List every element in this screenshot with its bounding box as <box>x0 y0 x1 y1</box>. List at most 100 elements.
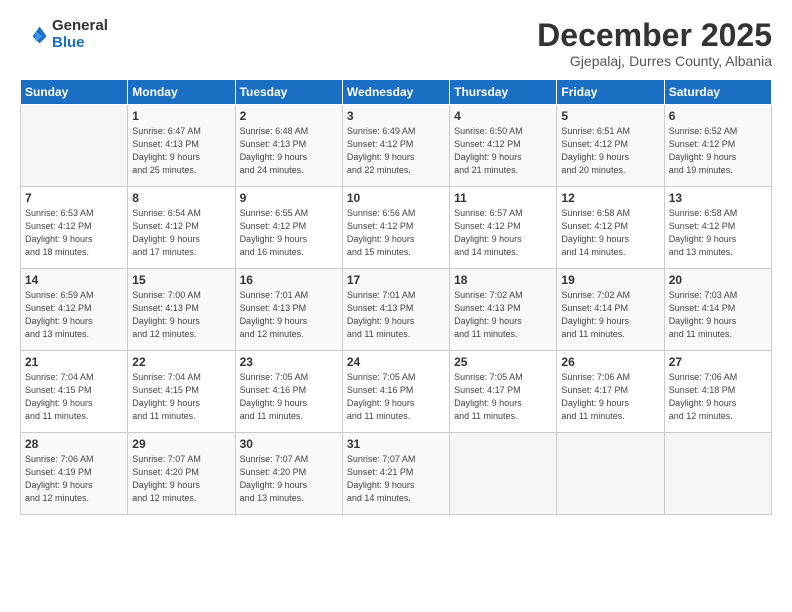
calendar-header-row: SundayMondayTuesdayWednesdayThursdayFrid… <box>21 80 772 105</box>
calendar-header-wednesday: Wednesday <box>342 80 449 105</box>
calendar-cell: 12 Sunrise: 6:58 AMSunset: 4:12 PMDayligh… <box>557 187 664 269</box>
calendar-cell: 9 Sunrise: 6:55 AMSunset: 4:12 PMDaylight… <box>235 187 342 269</box>
day-number: 15 <box>132 273 230 287</box>
day-number: 18 <box>454 273 552 287</box>
calendar-week-4: 21Sunrise: 7:04 AMSunset: 4:15 PMDayligh… <box>21 351 772 433</box>
day-number: 12 <box>561 191 659 205</box>
day-info: Sunrise: 6:58 AMSunset: 4:12 PMDaylight:… <box>669 207 767 259</box>
day-info: Sunrise: 6:58 AMSunset: 4:12 PMDaylight:… <box>561 207 659 259</box>
calendar-cell <box>557 433 664 515</box>
calendar-header-sunday: Sunday <box>21 80 128 105</box>
day-info: Sunrise: 7:05 AMSunset: 4:16 PMDaylight:… <box>347 371 445 423</box>
day-info: Sunrise: 7:02 AMSunset: 4:13 PMDaylight:… <box>454 289 552 341</box>
day-info: Sunrise: 7:01 AMSunset: 4:13 PMDaylight:… <box>347 289 445 341</box>
calendar-header-friday: Friday <box>557 80 664 105</box>
calendar-cell: 2 Sunrise: 6:48 AMSunset: 4:13 PMDaylight… <box>235 105 342 187</box>
logo: General Blue <box>20 18 108 51</box>
day-info: Sunrise: 7:05 AMSunset: 4:17 PMDaylight:… <box>454 371 552 423</box>
day-info: Sunrise: 6:59 AMSunset: 4:12 PMDaylight:… <box>25 289 123 341</box>
header: General Blue December 2025 Gjepalaj, Dur… <box>20 18 772 69</box>
day-info: Sunrise: 7:06 AMSunset: 4:17 PMDaylight:… <box>561 371 659 423</box>
logo-blue: Blue <box>52 35 108 52</box>
day-number: 6 <box>669 109 767 123</box>
day-info: Sunrise: 7:07 AMSunset: 4:20 PMDaylight:… <box>240 453 338 505</box>
calendar-cell: 14 Sunrise: 6:59 AMSunset: 4:12 PMDayligh… <box>21 269 128 351</box>
page: General Blue December 2025 Gjepalaj, Dur… <box>0 0 792 612</box>
calendar-cell: 8 Sunrise: 6:54 AMSunset: 4:12 PMDaylight… <box>128 187 235 269</box>
calendar-cell: 15 Sunrise: 7:00 AMSunset: 4:13 PMDayligh… <box>128 269 235 351</box>
logo-general: General <box>52 18 108 35</box>
calendar-header-monday: Monday <box>128 80 235 105</box>
day-info: Sunrise: 6:55 AMSunset: 4:12 PMDaylight:… <box>240 207 338 259</box>
day-number: 2 <box>240 109 338 123</box>
day-number: 14 <box>25 273 123 287</box>
day-number: 24 <box>347 355 445 369</box>
title-block: December 2025 Gjepalaj, Durres County, A… <box>537 18 772 69</box>
day-number: 22 <box>132 355 230 369</box>
calendar-cell: 5Sunrise: 6:51 AMSunset: 4:12 PMDaylight… <box>557 105 664 187</box>
day-number: 31 <box>347 437 445 451</box>
day-info: Sunrise: 7:02 AMSunset: 4:14 PMDaylight:… <box>561 289 659 341</box>
day-info: Sunrise: 7:00 AMSunset: 4:13 PMDaylight:… <box>132 289 230 341</box>
calendar-cell: 31 Sunrise: 7:07 AMSunset: 4:21 PMDayligh… <box>342 433 449 515</box>
calendar-week-1: 1 Sunrise: 6:47 AMSunset: 4:13 PMDaylight… <box>21 105 772 187</box>
day-info: Sunrise: 6:50 AMSunset: 4:12 PMDaylight:… <box>454 125 552 177</box>
day-number: 5 <box>561 109 659 123</box>
calendar-cell: 10 Sunrise: 6:56 AMSunset: 4:12 PMDayligh… <box>342 187 449 269</box>
day-info: Sunrise: 6:56 AMSunset: 4:12 PMDaylight:… <box>347 207 445 259</box>
calendar-week-5: 28Sunrise: 7:06 AMSunset: 4:19 PMDayligh… <box>21 433 772 515</box>
calendar-week-2: 7Sunrise: 6:53 AMSunset: 4:12 PMDaylight… <box>21 187 772 269</box>
day-info: Sunrise: 7:07 AMSunset: 4:21 PMDaylight:… <box>347 453 445 505</box>
calendar-cell: 26 Sunrise: 7:06 AMSunset: 4:17 PMDayligh… <box>557 351 664 433</box>
day-number: 26 <box>561 355 659 369</box>
day-info: Sunrise: 7:03 AMSunset: 4:14 PMDaylight:… <box>669 289 767 341</box>
day-number: 25 <box>454 355 552 369</box>
calendar-week-3: 14 Sunrise: 6:59 AMSunset: 4:12 PMDayligh… <box>21 269 772 351</box>
calendar-cell: 6Sunrise: 6:52 AMSunset: 4:12 PMDaylight… <box>664 105 771 187</box>
calendar-cell: 28Sunrise: 7:06 AMSunset: 4:19 PMDayligh… <box>21 433 128 515</box>
day-number: 8 <box>132 191 230 205</box>
day-number: 28 <box>25 437 123 451</box>
day-number: 13 <box>669 191 767 205</box>
calendar-cell: 7Sunrise: 6:53 AMSunset: 4:12 PMDaylight… <box>21 187 128 269</box>
calendar-header-thursday: Thursday <box>450 80 557 105</box>
day-info: Sunrise: 7:01 AMSunset: 4:13 PMDaylight:… <box>240 289 338 341</box>
day-number: 10 <box>347 191 445 205</box>
day-info: Sunrise: 6:49 AMSunset: 4:12 PMDaylight:… <box>347 125 445 177</box>
calendar-cell: 3Sunrise: 6:49 AMSunset: 4:12 PMDaylight… <box>342 105 449 187</box>
calendar-cell: 29 Sunrise: 7:07 AMSunset: 4:20 PMDayligh… <box>128 433 235 515</box>
day-info: Sunrise: 6:48 AMSunset: 4:13 PMDaylight:… <box>240 125 338 177</box>
day-number: 9 <box>240 191 338 205</box>
day-number: 19 <box>561 273 659 287</box>
calendar-cell: 1 Sunrise: 6:47 AMSunset: 4:13 PMDaylight… <box>128 105 235 187</box>
day-number: 20 <box>669 273 767 287</box>
calendar-cell: 16Sunrise: 7:01 AMSunset: 4:13 PMDayligh… <box>235 269 342 351</box>
day-number: 11 <box>454 191 552 205</box>
calendar-cell: 27 Sunrise: 7:06 AMSunset: 4:18 PMDayligh… <box>664 351 771 433</box>
day-number: 1 <box>132 109 230 123</box>
calendar-cell: 24 Sunrise: 7:05 AMSunset: 4:16 PMDayligh… <box>342 351 449 433</box>
calendar-cell: 23 Sunrise: 7:05 AMSunset: 4:16 PMDayligh… <box>235 351 342 433</box>
calendar-cell: 13 Sunrise: 6:58 AMSunset: 4:12 PMDayligh… <box>664 187 771 269</box>
day-number: 23 <box>240 355 338 369</box>
calendar-cell <box>664 433 771 515</box>
day-info: Sunrise: 6:54 AMSunset: 4:12 PMDaylight:… <box>132 207 230 259</box>
calendar-cell: 19 Sunrise: 7:02 AMSunset: 4:14 PMDayligh… <box>557 269 664 351</box>
day-info: Sunrise: 7:06 AMSunset: 4:18 PMDaylight:… <box>669 371 767 423</box>
calendar-cell: 20 Sunrise: 7:03 AMSunset: 4:14 PMDayligh… <box>664 269 771 351</box>
day-number: 30 <box>240 437 338 451</box>
day-info: Sunrise: 7:05 AMSunset: 4:16 PMDaylight:… <box>240 371 338 423</box>
day-info: Sunrise: 7:07 AMSunset: 4:20 PMDaylight:… <box>132 453 230 505</box>
logo-text: General Blue <box>52 18 108 51</box>
logo-icon <box>20 21 48 49</box>
calendar-cell: 18 Sunrise: 7:02 AMSunset: 4:13 PMDayligh… <box>450 269 557 351</box>
day-number: 4 <box>454 109 552 123</box>
calendar-table: SundayMondayTuesdayWednesdayThursdayFrid… <box>20 79 772 515</box>
month-title: December 2025 <box>537 18 772 53</box>
day-number: 17 <box>347 273 445 287</box>
day-info: Sunrise: 6:47 AMSunset: 4:13 PMDaylight:… <box>132 125 230 177</box>
day-number: 29 <box>132 437 230 451</box>
day-info: Sunrise: 6:57 AMSunset: 4:12 PMDaylight:… <box>454 207 552 259</box>
day-number: 27 <box>669 355 767 369</box>
calendar-header-saturday: Saturday <box>664 80 771 105</box>
